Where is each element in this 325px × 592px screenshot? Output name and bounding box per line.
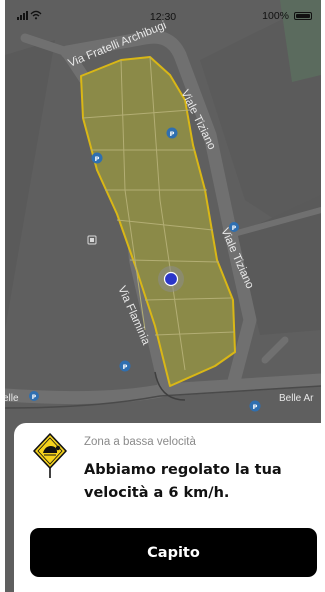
battery-icon: [294, 12, 312, 20]
svg-text:P: P: [253, 403, 258, 411]
zone-type-label: Zona a bassa velocità: [84, 436, 196, 448]
poi-parking-icon[interactable]: P: [166, 127, 178, 139]
status-bar: 12:30 100%: [5, 0, 321, 34]
svg-text:P: P: [170, 130, 175, 138]
speed-adjusted-message: Abbiamo regolato la tua velocità a 6 km/…: [84, 462, 282, 501]
svg-text:P: P: [95, 155, 100, 163]
speed-zone-sheet: Zona a bassa velocità Abbiamo regolato l…: [14, 423, 325, 592]
poi-parking-icon[interactable]: P: [29, 391, 39, 401]
slow-zone-warning-icon: [32, 433, 68, 483]
screen: Via Fratelli Archibugi Viale Tiziano Via…: [0, 0, 325, 592]
acknowledge-button[interactable]: Capito: [30, 528, 317, 577]
svg-text:P: P: [123, 363, 128, 371]
battery-percent: 100%: [262, 10, 289, 22]
street-label-edge-right: Belle Ar: [279, 393, 314, 404]
svg-text:P: P: [32, 394, 37, 401]
poi-parking-icon[interactable]: P: [91, 152, 103, 164]
poi-parking-icon[interactable]: P: [229, 222, 239, 232]
poi-parking-icon[interactable]: P: [249, 400, 261, 412]
svg-text:P: P: [232, 225, 237, 232]
battery-status: 100%: [262, 10, 312, 22]
poi-parking-icon[interactable]: P: [119, 360, 131, 372]
current-location-icon[interactable]: [158, 266, 184, 292]
street-label-edge-left: elle: [5, 393, 19, 404]
